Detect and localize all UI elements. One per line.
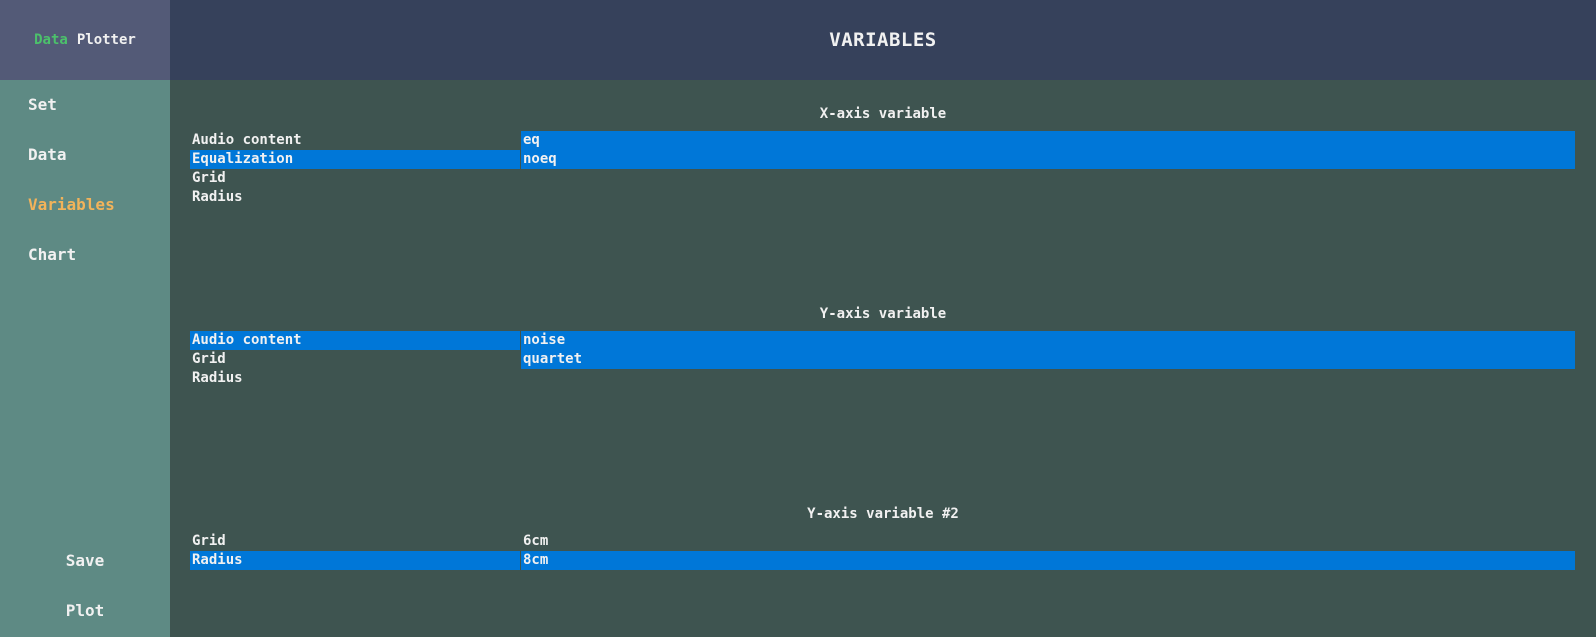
y-variable-grid[interactable]: Grid xyxy=(190,350,520,369)
y-variable-radius[interactable]: Radius xyxy=(190,369,520,388)
page-header: VARIABLES xyxy=(170,0,1596,80)
app-window: Data Plotter Set Data Variables Chart Sa… xyxy=(0,0,1596,637)
x-value-noeq[interactable]: noeq xyxy=(521,150,1575,169)
save-button[interactable]: Save xyxy=(0,551,170,570)
x-variable-radius[interactable]: Radius xyxy=(190,188,520,207)
logo-word-data: Data xyxy=(34,32,68,48)
x-variable-grid[interactable]: Grid xyxy=(190,169,520,188)
x-axis-section-title: X-axis variable xyxy=(819,106,947,122)
sidebar-item-data[interactable]: Data xyxy=(28,145,67,164)
x-value-eq[interactable]: eq xyxy=(521,131,1575,150)
y-value-noise[interactable]: noise xyxy=(521,331,1575,350)
page-title: VARIABLES xyxy=(829,29,937,51)
sidebar-item-variables[interactable]: Variables xyxy=(28,195,115,214)
y-variable-audio-content[interactable]: Audio content xyxy=(190,331,520,350)
app-logo: Data Plotter xyxy=(0,0,170,80)
y2-variable-radius[interactable]: Radius xyxy=(190,551,520,570)
x-variable-audio-content[interactable]: Audio content xyxy=(190,131,520,150)
x-variable-equalization[interactable]: Equalization xyxy=(190,150,520,169)
sidebar: Data Plotter Set Data Variables Chart Sa… xyxy=(0,0,170,637)
y-axis-section-title: Y-axis variable xyxy=(819,306,947,322)
plot-button[interactable]: Plot xyxy=(0,601,170,620)
sidebar-item-set[interactable]: Set xyxy=(28,95,57,114)
y2-axis-section-title: Y-axis variable #2 xyxy=(807,506,959,522)
y2-variable-grid[interactable]: Grid xyxy=(190,532,520,551)
y-value-quartet[interactable]: quartet xyxy=(521,350,1575,369)
sidebar-item-chart[interactable]: Chart xyxy=(28,245,76,264)
logo-word-plotter: Plotter xyxy=(76,32,136,48)
y2-value-8cm[interactable]: 8cm xyxy=(521,551,1575,570)
y2-value-6cm[interactable]: 6cm xyxy=(521,532,1575,551)
